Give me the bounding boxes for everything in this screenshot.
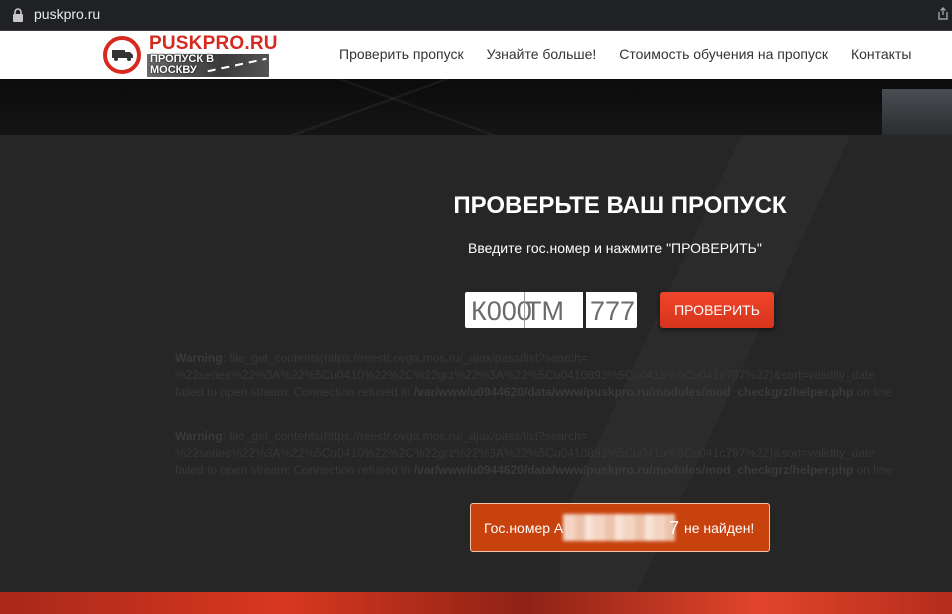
warning-path: /var/www/u0944620/data/www/puskpro.ru/mo… [413,463,854,477]
plate-letters-part[interactable]: ТМ [525,292,564,328]
main-nav: Проверить пропуск Узнайте больше! Стоимо… [339,46,934,62]
warning-path: /var/www/u0944620/data/www/puskpro.ru/mo… [413,385,854,399]
site-logo[interactable]: PUSKPRO.RU ПРОПУСК В МОСКВУ [103,33,277,79]
plate-number-input[interactable]: К000 ТМ 777 [465,292,637,328]
browser-address-bar: puskpro.ru [0,0,952,31]
share-icon[interactable] [936,7,950,21]
warning-text: : file_get_contents(https://reestr.ovga.… [222,429,588,443]
lock-icon [13,8,23,22]
php-warnings: Warning: file_get_contents(https://reest… [175,350,952,506]
redacted-plate [563,514,675,541]
page-title: ПРОВЕРЬТЕ ВАШ ПРОПУСК [453,192,787,219]
result-prefix: Гос.номер А [484,520,564,536]
plate-region-divider [583,292,586,328]
truck-sign-icon [103,36,141,74]
logo-tagline: ПРОПУСК В МОСКВУ [150,53,215,76]
warning-label: Warning [175,351,223,365]
plate-main-part[interactable]: К000 [471,292,532,328]
warning-text: on line [853,463,892,477]
warning-text: on line [853,385,892,399]
nav-contacts[interactable]: Контакты [851,46,911,62]
result-message: Гос.номер А 7 не найден! [470,503,770,552]
warning-block: Warning: file_get_contents(https://reest… [175,428,952,479]
nav-check-pass[interactable]: Проверить пропуск [339,46,464,62]
hero-building-decoration [882,89,952,135]
address-url[interactable]: puskpro.ru [34,6,100,22]
logo-brand: PUSKPRO.RU [149,33,278,54]
warning-text: %22series%22%3A%22%5Cu0410%22%2C%22grz%2… [175,446,876,460]
warning-text: %22series%22%3A%22%5Cu0410%22%2C%22grz%2… [175,368,876,382]
check-button[interactable]: ПРОВЕРИТЬ [660,292,774,328]
warning-label: Warning [175,429,223,443]
plate-region-part[interactable]: 777 [590,292,635,328]
warning-block: Warning: file_get_contents(https://reest… [175,350,952,401]
warning-text: failed to open stream: Connection refuse… [175,463,414,477]
nav-training-cost[interactable]: Стоимость обучения на пропуск [619,46,828,62]
result-last-digit: 7 [669,518,680,538]
hero-background [0,79,952,135]
result-suffix: не найден! [684,520,755,536]
warning-text: failed to open stream: Connection refuse… [175,385,414,399]
footer-image-strip [0,592,952,614]
warning-text: : file_get_contents(https://reestr.ovga.… [222,351,588,365]
site-header: PUSKPRO.RU ПРОПУСК В МОСКВУ Проверить пр… [0,31,952,79]
page-subtitle: Введите гос.номер и нажмите "ПРОВЕРИТЬ" [468,240,762,256]
nav-learn-more[interactable]: Узнайте больше! [487,46,597,62]
